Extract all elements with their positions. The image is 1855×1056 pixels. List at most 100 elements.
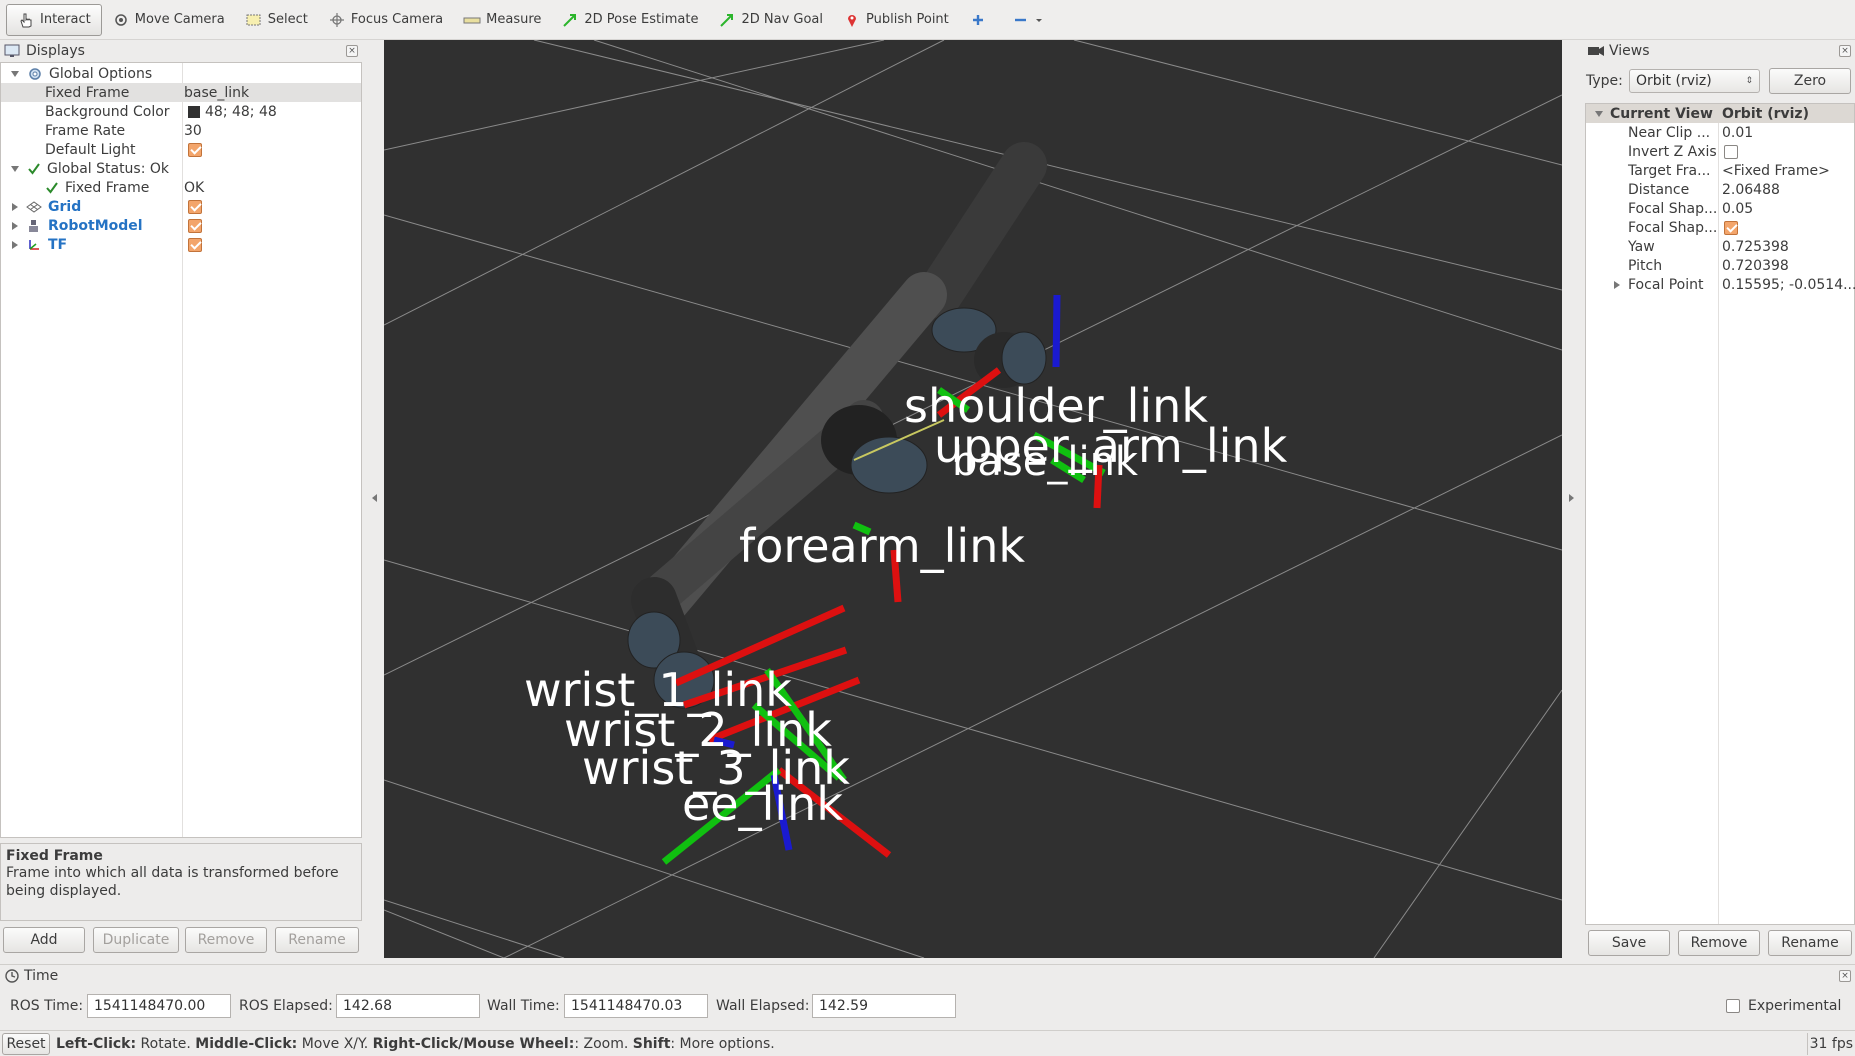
close-icon[interactable]: ×: [346, 45, 358, 57]
grid-checkbox[interactable]: [188, 199, 202, 214]
nav-goal-tool[interactable]: 2D Nav Goal: [708, 4, 833, 36]
robot-model-checkbox-cell: [184, 216, 202, 235]
expand-arrow-icon[interactable]: [12, 240, 18, 249]
view-row-name: Focal Shap...: [1628, 200, 1718, 217]
status-bar: Reset Left-Click: Rotate. Middle-Click: …: [0, 1030, 1855, 1056]
close-icon[interactable]: ×: [1839, 45, 1851, 57]
status-help-text: Left-Click: Rotate. Middle-Click: Move X…: [56, 1036, 775, 1052]
view-row-value[interactable]: 0.15595; -0.0514...: [1722, 275, 1855, 294]
view-row-value[interactable]: <Fixed Frame>: [1722, 161, 1830, 180]
green-arrow-icon: [563, 13, 577, 27]
invert-z-checkbox[interactable]: [1724, 144, 1738, 159]
view-type-value: Orbit (rviz): [1636, 73, 1712, 89]
tree-row-frame-rate[interactable]: Frame Rate: [1, 121, 125, 140]
collapse-left-handle[interactable]: [372, 494, 377, 502]
add-button[interactable]: Add: [3, 927, 85, 953]
check-icon: [28, 162, 40, 175]
ros-time-field[interactable]: 1541148470.00: [87, 994, 231, 1018]
save-view-button[interactable]: Save: [1588, 930, 1670, 956]
tree-row-global-options[interactable]: Global Options: [1, 64, 361, 83]
remove-tool-button[interactable]: [1002, 4, 1053, 36]
view-row-name: Yaw: [1628, 238, 1655, 255]
focal-shape-checkbox[interactable]: [1724, 220, 1738, 235]
displays-tree: Global Options Fixed Frame base_link Bac…: [0, 62, 362, 838]
reset-button[interactable]: Reset: [2, 1032, 50, 1055]
interact-tool[interactable]: Interact: [6, 3, 102, 36]
add-tool-button[interactable]: [959, 4, 1002, 36]
measure-tool[interactable]: Measure: [453, 4, 551, 36]
zero-button[interactable]: Zero: [1769, 68, 1851, 94]
experimental-checkbox[interactable]: [1726, 999, 1740, 1013]
expand-arrow-icon[interactable]: [1614, 280, 1620, 289]
view-row-name: Invert Z Axis: [1628, 143, 1717, 160]
wall-elapsed-field[interactable]: 142.59: [812, 994, 956, 1018]
plus-icon: [972, 14, 983, 25]
fps-display: 31 fps: [1807, 1033, 1855, 1055]
views-title: Views: [1609, 43, 1650, 59]
focus-camera-label: Focus Camera: [350, 12, 444, 27]
view-row-name: Target Fra...: [1628, 162, 1711, 179]
current-view-header[interactable]: Current View: [1586, 104, 1854, 123]
focus-camera-tool[interactable]: Focus Camera: [318, 4, 453, 36]
move-camera-tool[interactable]: Move Camera: [102, 4, 235, 36]
wall-elapsed-label: Wall Elapsed:: [716, 998, 810, 1014]
tree-row-grid[interactable]: Grid: [1, 197, 81, 216]
status-fixed-frame-label: Fixed Frame: [65, 179, 150, 196]
remove-view-button[interactable]: Remove: [1678, 930, 1760, 956]
view-row[interactable]: Invert Z Axis: [1586, 142, 1717, 161]
view-row-value[interactable]: 0.01: [1722, 123, 1753, 142]
tree-row-fixed-frame[interactable]: Fixed Frame: [1, 83, 361, 102]
view-row[interactable]: Near Clip ...: [1586, 123, 1710, 142]
select-box-icon: [246, 14, 261, 25]
frame-rate-value[interactable]: 30: [184, 121, 202, 140]
view-row-value[interactable]: 0.720398: [1722, 256, 1789, 275]
close-icon[interactable]: ×: [1839, 970, 1851, 982]
select-tool[interactable]: Select: [235, 4, 318, 36]
duplicate-button[interactable]: Duplicate: [93, 927, 179, 953]
status-fixed-frame-value: OK: [184, 179, 205, 196]
expand-arrow-icon[interactable]: [12, 221, 18, 230]
expand-arrow-icon[interactable]: [11, 165, 19, 172]
expand-arrow-icon[interactable]: [1595, 110, 1603, 117]
view-row-value[interactable]: 0.05: [1722, 199, 1753, 218]
expand-arrow-icon[interactable]: [11, 70, 19, 77]
pose-estimate-tool[interactable]: 2D Pose Estimate: [551, 4, 708, 36]
tree-row-default-light[interactable]: Default Light: [1, 140, 136, 159]
minus-icon: [1014, 18, 1026, 21]
view-row-value[interactable]: 2.06488: [1722, 180, 1780, 199]
view-row[interactable]: Target Fra...: [1586, 161, 1710, 180]
collapse-right-handle[interactable]: [1569, 494, 1574, 502]
view-row[interactable]: Pitch: [1586, 256, 1662, 275]
tree-row-tf[interactable]: TF: [1, 235, 67, 254]
view-type-select[interactable]: Orbit (rviz) ⇕: [1629, 69, 1760, 93]
view-row[interactable]: Distance: [1586, 180, 1689, 199]
nav-goal-label: 2D Nav Goal: [741, 12, 824, 27]
view-row-value[interactable]: 0.725398: [1722, 237, 1789, 256]
view-row[interactable]: Yaw: [1586, 237, 1655, 256]
expand-arrow-icon[interactable]: [12, 202, 18, 211]
render-viewport[interactable]: shoulder_link upper_arm_link base_link f…: [384, 40, 1562, 958]
default-light-checkbox-cell: [184, 140, 202, 159]
view-row[interactable]: Focal Shap...: [1586, 218, 1717, 237]
views-title-bar: Views ×: [1583, 40, 1855, 62]
remove-display-button[interactable]: Remove: [185, 927, 267, 953]
ros-elapsed-field[interactable]: 142.68: [336, 994, 480, 1018]
view-row[interactable]: Focal Point: [1586, 275, 1704, 294]
default-light-checkbox[interactable]: [188, 142, 202, 157]
rename-view-button[interactable]: Rename: [1768, 930, 1852, 956]
tree-row-status-fixed-frame[interactable]: Fixed Frame: [1, 178, 149, 197]
tf-checkbox[interactable]: [188, 237, 202, 252]
ruler-icon: [463, 17, 481, 23]
rename-display-button[interactable]: Rename: [275, 927, 359, 953]
label-ee-link: ee_link: [682, 777, 843, 831]
fixed-frame-value[interactable]: base_link: [184, 83, 249, 102]
tree-row-global-status[interactable]: Global Status: Ok: [1, 159, 169, 178]
global-options-label: Global Options: [49, 65, 153, 82]
view-row[interactable]: Focal Shap...: [1586, 199, 1717, 218]
robot-model-checkbox[interactable]: [188, 218, 202, 233]
tree-row-robot-model[interactable]: RobotModel: [1, 216, 143, 235]
wall-time-field[interactable]: 1541148470.03: [564, 994, 708, 1018]
background-color-value[interactable]: 48; 48; 48: [184, 102, 277, 121]
tree-row-background-color[interactable]: Background Color: [1, 102, 170, 121]
publish-point-tool[interactable]: Publish Point: [833, 4, 959, 36]
